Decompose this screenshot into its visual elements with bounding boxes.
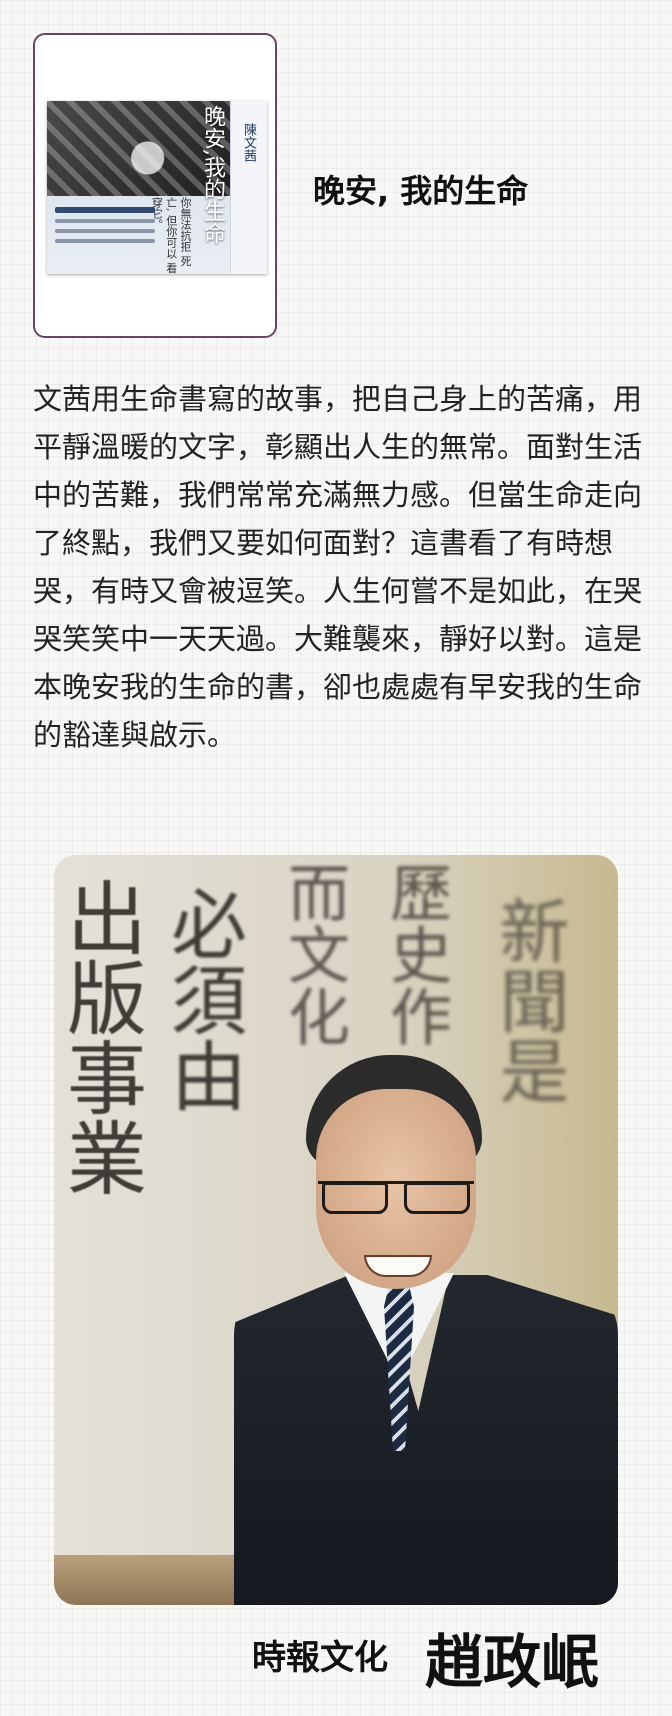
portrait-person: [234, 1055, 618, 1605]
book-description: 文茜用生命書寫的故事，把自己身上的苦痛，用平靜溫暖的文字，彰顯出人生的無常。面對…: [33, 382, 643, 752]
author-portrait: 出版事業 必須由 而文化 歷史作 新聞是: [54, 855, 618, 1605]
book-cover-image: 晚安,我的生命 你無法抗拒 死亡, 但你可以 看穿它。 陳文茜: [47, 101, 267, 274]
calligraphy-column: 而文化: [277, 861, 350, 1047]
cover-tagline: 你無法抗拒 死亡, 但你可以 看穿它。: [150, 197, 192, 274]
cover-spine: 陳文茜: [230, 101, 267, 274]
cover-blurb-lines: [55, 207, 155, 249]
calligraphy-column: 必須由: [158, 885, 247, 1113]
author-name: 趙政岷: [425, 1628, 600, 1696]
calligraphy-column: 出版事業: [54, 877, 147, 1197]
book-cover-card: 晚安,我的生命 你無法抗拒 死亡, 但你可以 看穿它。 陳文茜: [33, 33, 277, 338]
cover-front: 晚安,我的生命 你無法抗拒 死亡, 但你可以 看穿它。: [47, 101, 230, 274]
book-title: 晚安, 我的生命: [313, 172, 529, 210]
cover-spine-author: 陳文茜: [241, 123, 256, 162]
publisher-name: 時報文化: [252, 1638, 388, 1678]
cover-title: 晚安,我的生命: [200, 105, 225, 244]
person-glasses: [318, 1181, 474, 1218]
calligraphy-column: 歷史作: [379, 861, 452, 1047]
